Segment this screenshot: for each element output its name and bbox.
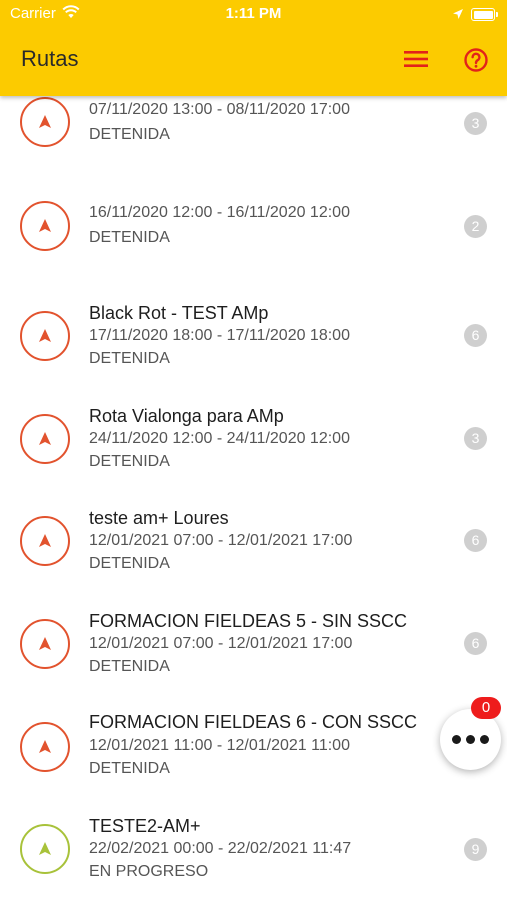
- question-circle-icon[interactable]: [463, 47, 489, 73]
- route-row[interactable]: Rota Vialonga para AMp 24/11/2020 12:00 …: [0, 403, 507, 503]
- route-row[interactable]: TESTE2-AM+ 22/02/2021 00:00 - 22/02/2021…: [0, 815, 507, 915]
- route-title: Black Rot - TEST AMp: [89, 303, 269, 323]
- route-row[interactable]: teste am+ Loures 12/01/2021 07:00 - 12/0…: [0, 506, 507, 606]
- status-bar: Carrier 1:11 PM: [0, 0, 507, 28]
- routes-list: 07/11/2020 13:00 - 08/11/2020 17:00 DETE…: [0, 0, 507, 900]
- app-header: Carrier 1:11 PM Rutas: [0, 0, 507, 96]
- route-title: FORMACION FIELDEAS 6 - CON SSCC: [89, 712, 418, 732]
- route-row[interactable]: 16/11/2020 12:00 - 16/11/2020 12:00 DETE…: [0, 190, 507, 290]
- route-dates: 17/11/2020 18:00 - 17/11/2020 18:00: [89, 327, 350, 344]
- stop-count-badge: 3: [464, 112, 487, 135]
- hamburger-menu-icon[interactable]: [403, 49, 429, 69]
- navigation-arrow-icon: [20, 97, 70, 147]
- navigation-arrow-icon: [20, 414, 70, 464]
- route-title: Rota Vialonga para AMp: [89, 406, 284, 426]
- page-title: Rutas: [21, 46, 79, 71]
- route-status: DETENIDA: [89, 229, 170, 246]
- route-status: DETENIDA: [89, 350, 170, 367]
- battery-icon: [471, 8, 498, 21]
- route-row[interactable]: 07/11/2020 13:00 - 08/11/2020 17:00 DETE…: [0, 96, 507, 196]
- navigation-arrow-icon: [20, 824, 70, 874]
- stop-count-badge: 6: [464, 632, 487, 655]
- route-status: DETENIDA: [89, 453, 170, 470]
- route-status: DETENIDA: [89, 760, 170, 777]
- route-status: DETENIDA: [89, 658, 170, 675]
- route-title: teste am+ Loures: [89, 508, 229, 528]
- route-status: DETENIDA: [89, 555, 170, 572]
- route-row[interactable]: FORMACION FIELDEAS 6 - CON SSCC 12/01/20…: [0, 712, 507, 812]
- stop-count-badge: 3: [464, 427, 487, 450]
- notification-badge: 0: [471, 697, 501, 719]
- route-dates: 12/01/2021 07:00 - 12/01/2021 17:00: [89, 532, 353, 549]
- navigation-arrow-icon: [20, 722, 70, 772]
- route-status: DETENIDA: [89, 126, 170, 143]
- route-dates: 07/11/2020 13:00 - 08/11/2020 17:00: [89, 101, 350, 118]
- route-status: EN PROGRESO: [89, 863, 209, 880]
- stop-count-badge: 9: [464, 838, 487, 861]
- stop-count-badge: 2: [464, 215, 487, 238]
- route-dates: 16/11/2020 12:00 - 16/11/2020 12:00: [89, 204, 350, 221]
- route-row[interactable]: Black Rot - TEST AMp 17/11/2020 18:00 - …: [0, 300, 507, 400]
- navigation-arrow-icon: [20, 201, 70, 251]
- route-dates: 24/11/2020 12:00 - 24/11/2020 12:00: [89, 430, 350, 447]
- stop-count-badge: 6: [464, 529, 487, 552]
- navigation-arrow-icon: [20, 619, 70, 669]
- location-arrow-icon: [452, 7, 464, 24]
- route-dates: 12/01/2021 11:00 - 12/01/2021 11:00: [89, 737, 350, 754]
- status-time: 1:11 PM: [225, 5, 282, 22]
- stop-count-badge: 6: [464, 324, 487, 347]
- route-title: FORMACION FIELDEAS 5 - SIN SSCC: [89, 611, 408, 631]
- navigation-arrow-icon: [20, 516, 70, 566]
- route-dates: 12/01/2021 07:00 - 12/01/2021 17:00: [89, 635, 353, 652]
- route-title: TESTE2-AM+: [89, 816, 201, 836]
- route-row[interactable]: FORMACION FIELDEAS 5 - SIN SSCC 12/01/20…: [0, 609, 507, 709]
- navigation-arrow-icon: [20, 311, 70, 361]
- route-dates: 22/02/2021 00:00 - 22/02/2021 11:47: [89, 840, 352, 857]
